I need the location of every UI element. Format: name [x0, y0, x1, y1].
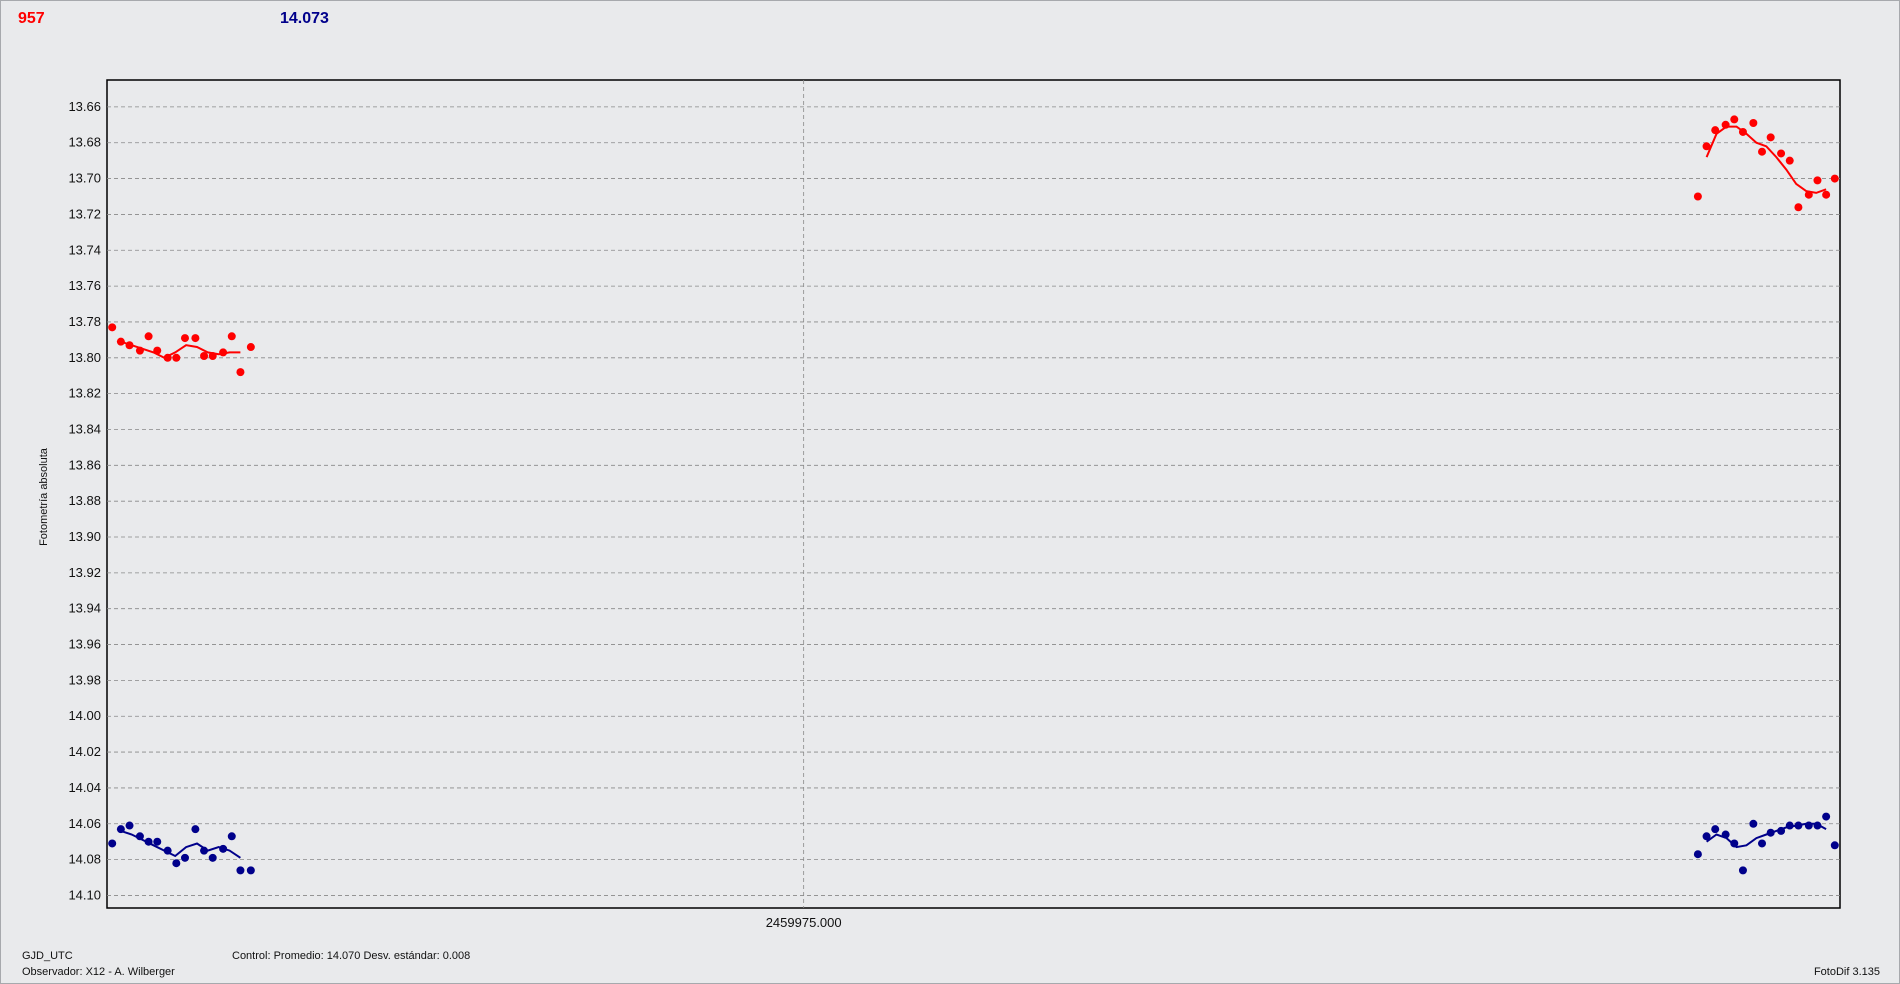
- target-data-point: [191, 334, 200, 343]
- target-data-point: [125, 341, 134, 350]
- target-data-point: [236, 368, 245, 377]
- control-data-point: [1749, 819, 1758, 828]
- target-trend-line: [1705, 125, 1827, 194]
- target-data-point: [1730, 115, 1739, 124]
- y-tick-label: 13.90: [68, 529, 101, 544]
- control-stats: Control: Promedio: 14.070 Desv. estándar…: [232, 950, 471, 962]
- control-data-point: [135, 832, 144, 841]
- y-tick-label: 14.06: [68, 816, 101, 831]
- target-data-point: [180, 334, 189, 343]
- y-tick-label: 13.68: [68, 135, 101, 150]
- control-data-point: [1777, 826, 1786, 835]
- control-data-point: [1711, 825, 1720, 834]
- control-data-point: [1804, 821, 1813, 830]
- target-data-point: [153, 346, 162, 355]
- target-data-point: [1794, 203, 1803, 212]
- control-data-point: [1702, 832, 1711, 841]
- control-data-point: [1785, 821, 1794, 830]
- target-data-point: [1766, 133, 1775, 142]
- light-curve-chart[interactable]: 13.66 13.68 13.70 13.72 13.74 13.76 13.78 13.80…: [0, 0, 1900, 984]
- plot-area: [106, 79, 1841, 909]
- control-data-point: [163, 846, 172, 855]
- control-data-point: [1830, 841, 1839, 850]
- target-data-point: [1721, 120, 1730, 129]
- y-tick-label: 13.76: [68, 278, 101, 293]
- target-data-point: [172, 353, 181, 362]
- target-data-point: [1758, 147, 1767, 156]
- control-data-point: [1766, 828, 1775, 837]
- control-data-point: [1721, 830, 1730, 839]
- target-data-point: [208, 352, 217, 360]
- y-tick-label: 13.80: [68, 350, 101, 365]
- x-axis-name: GJD_UTC: [22, 950, 73, 962]
- target-data-point: [1804, 190, 1813, 199]
- control-data-point: [108, 839, 117, 848]
- control-data-point: [144, 837, 153, 846]
- y-tick-label: 13.92: [68, 565, 101, 580]
- y-tick-label: 13.74: [68, 242, 101, 257]
- control-data-point: [200, 846, 209, 855]
- app-version: FotoDif 3.135: [1813, 966, 1880, 978]
- y-tick-label: 14.00: [68, 708, 101, 723]
- control-data-point: [180, 853, 189, 862]
- control-data-point: [1758, 839, 1767, 848]
- control-data-point: [1813, 821, 1822, 830]
- target-data-point: [1693, 192, 1702, 201]
- target-data-point: [144, 332, 153, 341]
- control-data-point: [153, 837, 162, 846]
- y-tick-label: 14.08: [68, 852, 101, 867]
- control-data-point: [1794, 821, 1803, 830]
- target-data-point: [1777, 149, 1786, 158]
- y-tick-label: 14.04: [68, 780, 101, 795]
- target-data-point: [1822, 190, 1831, 199]
- target-data-point: [1711, 126, 1720, 135]
- control-data-point: [125, 821, 134, 830]
- y-tick-label: 13.94: [68, 601, 101, 616]
- y-tick-label: 13.66: [68, 99, 101, 114]
- control-data-point: [1738, 866, 1747, 875]
- control-data-point: [246, 866, 255, 875]
- control-data-point: [1822, 812, 1831, 821]
- control-data-point: [1693, 850, 1702, 859]
- target-data-point: [200, 352, 209, 360]
- target-data-point: [1702, 142, 1711, 151]
- y-tick-label: 13.98: [68, 672, 101, 687]
- control-data-point: [236, 866, 245, 875]
- control-data-point: [1730, 839, 1739, 848]
- target-data-point: [163, 353, 172, 362]
- y-tick-label: 14.10: [68, 887, 101, 902]
- y-tick-label: 14.02: [68, 744, 101, 759]
- target-data-point: [1749, 119, 1758, 128]
- x-tick-label: 2459975.000: [766, 915, 842, 930]
- target-data-point: [219, 348, 228, 357]
- control-data-point: [227, 832, 236, 841]
- target-data-point: [135, 346, 144, 355]
- observer-label: Observador: X12 - A. Wilberger: [22, 966, 175, 978]
- y-tick-label: 13.70: [68, 171, 101, 186]
- control-data-point: [208, 853, 217, 862]
- control-data-point: [172, 859, 181, 868]
- y-tick-label: 13.96: [68, 637, 101, 652]
- target-data-point: [1813, 176, 1822, 185]
- control-data-point: [116, 825, 125, 834]
- y-tick-label: 13.72: [68, 206, 101, 221]
- target-data-point: [227, 332, 236, 341]
- y-tick-label: 13.86: [68, 457, 101, 472]
- y-tick-label: 13.82: [68, 386, 101, 401]
- target-data-point: [1830, 174, 1839, 183]
- y-tick-label: 13.78: [68, 314, 101, 329]
- target-data-point: [116, 337, 125, 346]
- target-data-point: [246, 343, 255, 352]
- target-data-point: [1738, 127, 1747, 136]
- y-tick-label: 13.84: [68, 421, 101, 436]
- y-tick-label: 13.88: [68, 493, 101, 508]
- control-data-point: [219, 844, 228, 853]
- target-data-point: [108, 323, 117, 332]
- target-data-point: [1785, 156, 1794, 165]
- control-data-point: [191, 825, 200, 834]
